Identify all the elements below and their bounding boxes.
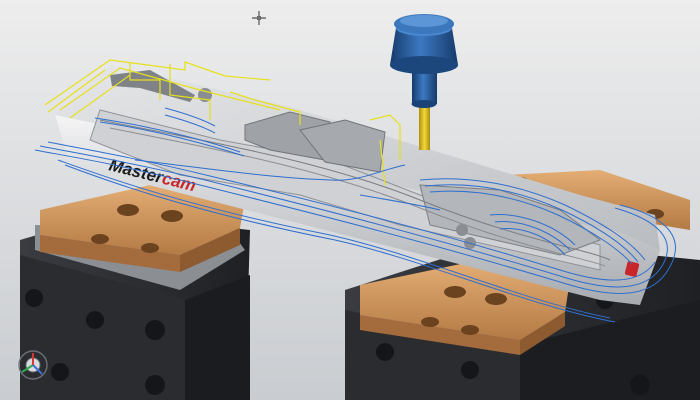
graphics-viewport[interactable]: Mastercam: [0, 0, 700, 400]
left-vise[interactable]: [20, 185, 250, 400]
view-axis-triad-icon[interactable]: [16, 348, 50, 382]
tool-shank: [412, 70, 437, 104]
machining-scene[interactable]: Mastercam: [0, 0, 700, 400]
crosshair-icon: [252, 11, 266, 25]
